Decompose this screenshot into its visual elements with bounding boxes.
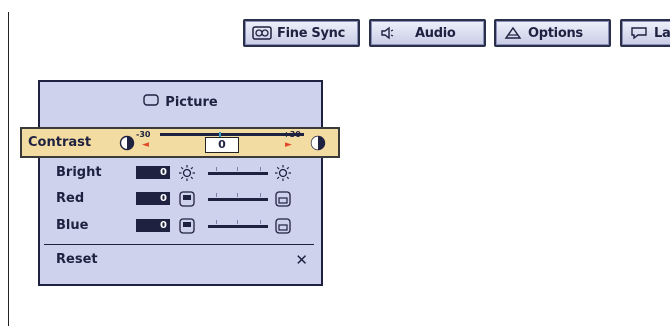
contrast-high-icon (310, 135, 326, 155)
slider-tick (237, 167, 238, 171)
left-arrow-icon[interactable]: ◄ (142, 140, 149, 150)
bright-slider-track[interactable] (208, 172, 268, 175)
reset-label: Reset (56, 252, 98, 267)
tab-fine-sync-label: Fine Sync (277, 25, 346, 41)
red-row[interactable]: Red 0 (56, 189, 306, 209)
tab-options-label: Options (528, 25, 583, 41)
right-arrow-icon[interactable]: ► (285, 140, 292, 150)
slider-tick (237, 193, 238, 197)
tab-language[interactable]: La (620, 19, 670, 47)
slider-tick (260, 193, 261, 197)
slider-tick (237, 220, 238, 224)
sun-large-icon (274, 164, 292, 186)
contrast-row[interactable]: Contrast -30 ◄ 0 ► +30 (20, 127, 340, 158)
tab-audio[interactable]: Audio (369, 19, 486, 47)
tab-audio-label: Audio (415, 25, 456, 41)
blue-more-icon (274, 217, 292, 239)
blue-row[interactable]: Blue 0 (56, 216, 306, 236)
sun-small-icon (178, 164, 196, 186)
red-value: 0 (136, 192, 170, 205)
speech-bubble-icon (628, 24, 650, 42)
red-slider-track[interactable] (208, 198, 268, 201)
bright-label: Bright (56, 165, 102, 180)
monitor-icon (143, 94, 159, 110)
slider-tick (216, 220, 217, 224)
contrast-max-label: +30 (283, 130, 301, 139)
close-icon[interactable]: ✕ (295, 251, 308, 269)
reset-row[interactable]: Reset ✕ (56, 251, 308, 270)
contrast-value: 0 (205, 137, 239, 153)
bright-row[interactable]: Bright 0 (56, 163, 306, 183)
tab-fine-sync[interactable]: Fine Sync (243, 19, 360, 47)
frame-border (8, 12, 9, 326)
red-more-icon (274, 190, 292, 212)
contrast-label: Contrast (28, 135, 92, 150)
panel-title: Picture (165, 94, 218, 110)
tab-options[interactable]: Options (494, 19, 611, 47)
blue-less-icon (178, 217, 196, 239)
contrast-min-label: -30 (136, 130, 151, 139)
reset-divider (44, 244, 314, 245)
tab-language-label: La (654, 25, 670, 41)
red-label: Red (56, 191, 85, 206)
slider-tick (260, 167, 261, 171)
blue-label: Blue (56, 218, 89, 233)
slider-tick (260, 220, 261, 224)
slider-tick (216, 193, 217, 197)
slider-tick (216, 167, 217, 171)
contrast-low-icon (119, 135, 135, 155)
blue-slider-track[interactable] (208, 225, 268, 228)
bright-value: 0 (136, 166, 170, 179)
speaker-icon (377, 24, 399, 42)
red-less-icon (178, 190, 196, 212)
panel-header: Picture (40, 82, 321, 122)
blue-value: 0 (136, 219, 170, 232)
options-icon (502, 24, 524, 42)
fine-sync-icon (251, 24, 273, 42)
